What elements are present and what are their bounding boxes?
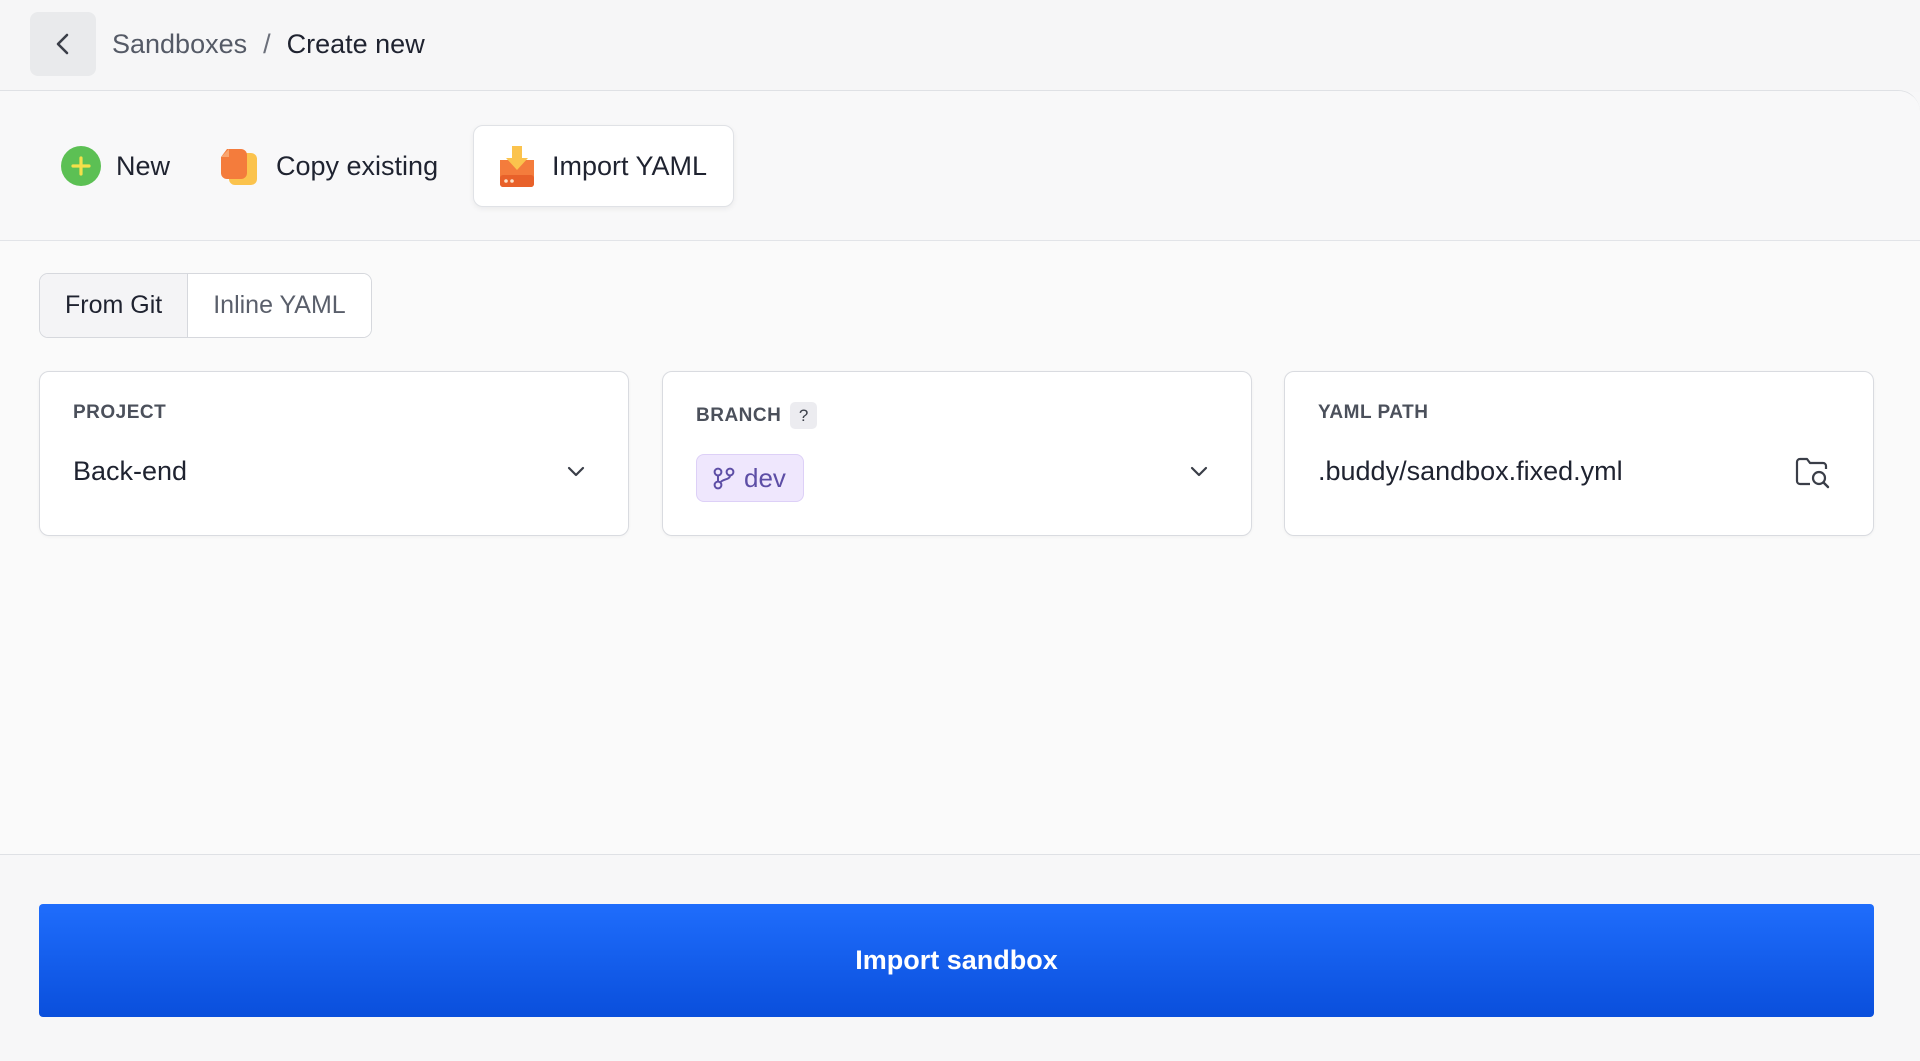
breadcrumb-separator: / (263, 28, 271, 59)
branch-value: dev (744, 462, 786, 493)
chevron-down-icon (1190, 466, 1208, 477)
tab-import-yaml-label: Import YAML (552, 150, 708, 181)
tab-import-yaml[interactable]: Import YAML (473, 125, 734, 207)
top-bar: Sandboxes / Create new (0, 0, 1920, 92)
chevron-left-icon (56, 33, 69, 55)
yaml-path-label: YAML PATH (1318, 402, 1429, 423)
import-icon (500, 146, 534, 187)
branch-label-text: BRANCH (696, 404, 782, 426)
plus-circle-icon (61, 146, 101, 186)
page-title: Create new (286, 28, 425, 59)
yaml-path-value: .buddy/sandbox.fixed.yml (1318, 456, 1623, 486)
project-value: Back-end (73, 456, 188, 486)
source-segmented-control: From Git Inline YAML (39, 273, 372, 338)
folder-search-icon[interactable] (1795, 457, 1831, 489)
tab-new[interactable]: New (38, 125, 192, 207)
tab-from-git[interactable]: From Git (40, 274, 189, 337)
tab-inline-yaml[interactable]: Inline YAML (188, 274, 371, 337)
back-button[interactable] (30, 12, 96, 76)
branch-select[interactable]: BRANCH ? dev (662, 371, 1252, 536)
git-branch-icon (713, 467, 735, 490)
project-select[interactable]: PROJECT Back-end (39, 371, 629, 536)
tab-copy-existing[interactable]: Copy existing (196, 125, 460, 207)
branch-pill: dev (696, 454, 804, 502)
project-label: PROJECT (73, 402, 167, 423)
yaml-path-field[interactable]: YAML PATH .buddy/sandbox.fixed.yml (1284, 371, 1874, 536)
tab-copy-existing-label: Copy existing (276, 150, 439, 181)
branch-label: BRANCH ? (696, 402, 818, 429)
tab-new-label: New (116, 150, 171, 181)
import-sandbox-button[interactable]: Import sandbox (39, 904, 1874, 1017)
breadcrumb-sandboxes-link[interactable]: Sandboxes (112, 29, 247, 60)
help-icon[interactable]: ? (790, 402, 818, 429)
copy-icon (221, 149, 257, 185)
breadcrumb: Sandboxes / Create new (112, 26, 425, 62)
chevron-down-icon (567, 466, 585, 477)
create-sandbox-card: New Copy existing Import YAML From Git I… (0, 90, 1920, 855)
create-type-tabs: New Copy existing Import YAML (0, 91, 1920, 241)
